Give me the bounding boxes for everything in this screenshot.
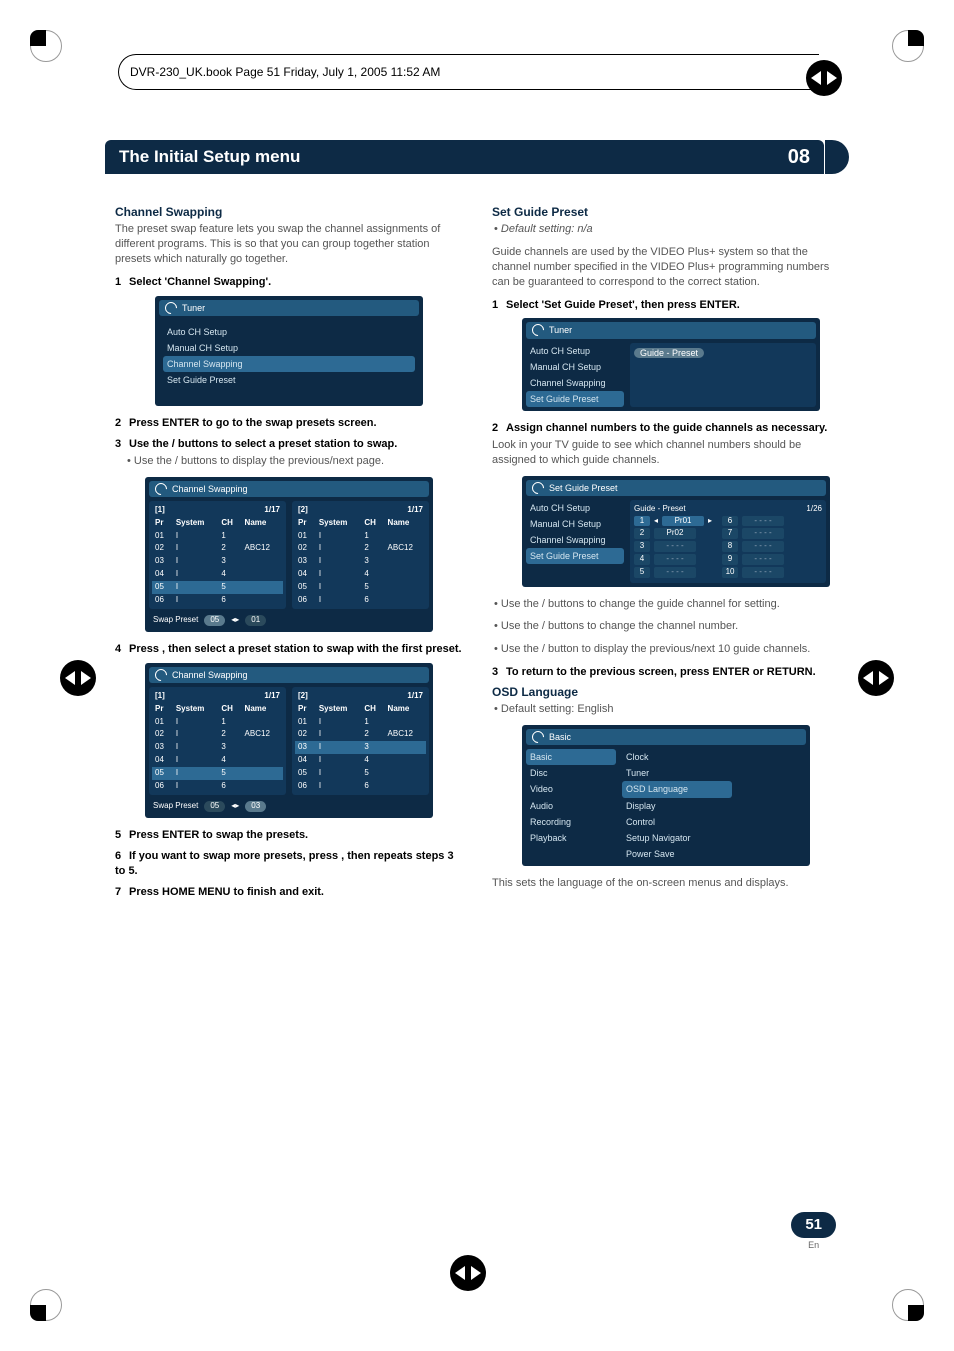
menu-item-selected: Channel Swapping (163, 356, 415, 372)
bullet: Use the / button to display the previous… (504, 642, 839, 657)
paragraph: This sets the language of the on-screen … (492, 876, 839, 891)
step-1: 1Select 'Set Guide Preset', then press E… (492, 298, 839, 313)
loop-icon (530, 479, 547, 496)
bullet: Use the / buttons to change the channel … (504, 619, 839, 634)
heading-channel-swapping: Channel Swapping (115, 204, 462, 220)
step-note: Use the / buttons to display the previou… (137, 454, 462, 469)
swap-tables: [1]1/17 PrSystemCHName 01I1 02I2ABC12 03… (149, 501, 429, 609)
guide-preset-panel: Set Guide Preset Auto CH Setup Manual CH… (522, 476, 830, 587)
step-1: 1Select 'Channel Swapping'. (115, 275, 462, 290)
step-7: 7Press HOME MENU to finish and exit. (115, 885, 462, 900)
section-header-tail (825, 140, 849, 174)
panel-body: Auto CH Setup Manual CH Setup Channel Sw… (159, 320, 419, 403)
right-column: Set Guide Preset Default setting: n/a Gu… (492, 200, 839, 902)
chapter-number: 08 (788, 144, 810, 171)
loop-icon (153, 480, 170, 497)
step-6: 6If you want to swap more presets, press… (115, 849, 462, 879)
registration-mark (30, 30, 62, 62)
step-5: 5Press ENTER to swap the presets. (115, 828, 462, 843)
panel-title: Channel Swapping (149, 667, 429, 683)
content-columns: Channel Swapping The preset swap feature… (115, 200, 839, 902)
loop-icon (163, 299, 180, 316)
loop-icon (530, 729, 547, 746)
registration-mark (30, 1289, 62, 1321)
step-3: 3To return to the previous screen, press… (492, 665, 839, 680)
section-title: The Initial Setup menu (119, 146, 300, 169)
filepath-text: DVR-230_UK.book Page 51 Friday, July 1, … (130, 64, 440, 80)
basic-panel: Basic Basic Disc Video Audio Recording P… (522, 725, 810, 866)
page-number: 51 (791, 1212, 836, 1238)
bullet: Use the / buttons to change the guide ch… (504, 597, 839, 612)
paragraph: Look in your TV guide to see which chann… (492, 438, 839, 468)
tuner-panel: Tuner Auto CH Setup Manual CH Setup Chan… (155, 296, 423, 407)
menu-item: Manual CH Setup (163, 340, 415, 356)
paragraph: Guide channels are used by the VIDEO Plu… (492, 245, 839, 290)
page-number-badge: 51 En (791, 1212, 836, 1251)
heading-set-guide-preset: Set Guide Preset (492, 204, 839, 220)
page: DVR-230_UK.book Page 51 Friday, July 1, … (0, 0, 954, 1351)
tuner-panel-guide: Tuner Auto CH Setup Manual CH Setup Chan… (522, 318, 820, 411)
step-2: 2Assign channel numbers to the guide cha… (492, 421, 839, 436)
panel-title: Tuner (159, 300, 419, 316)
paragraph: The preset swap feature lets you swap th… (115, 222, 462, 267)
menu-item: Set Guide Preset (163, 372, 415, 388)
loop-icon (153, 667, 170, 684)
default-setting: Default setting: n/a (504, 222, 839, 237)
default-setting: Default setting: English (504, 702, 839, 717)
swap-bar: Swap Preset 05◂▸ 01 (149, 613, 429, 628)
channel-swapping-panel-2: Channel Swapping [1]1/17 PrSystemCHName … (145, 663, 433, 818)
heading-osd-language: OSD Language (492, 684, 839, 700)
step-4: 4Press , then select a preset station to… (115, 642, 462, 657)
panel-title: Channel Swapping (149, 481, 429, 497)
section-header: The Initial Setup menu 08 (105, 140, 824, 174)
loop-icon (530, 322, 547, 339)
crop-arrow-icon (450, 1255, 486, 1291)
left-column: Channel Swapping The preset swap feature… (115, 200, 462, 902)
page-lang: En (791, 1239, 836, 1251)
crop-arrow-icon (60, 660, 96, 696)
channel-swapping-panel-1: Channel Swapping [1]1/17 PrSystemCHName … (145, 477, 433, 632)
registration-mark (892, 30, 924, 62)
step-3: 3Use the / buttons to select a preset st… (115, 437, 462, 452)
menu-item: Auto CH Setup (163, 324, 415, 340)
crop-arrow-icon (858, 660, 894, 696)
registration-mark (892, 1289, 924, 1321)
step-2: 2Press ENTER to go to the swap presets s… (115, 416, 462, 431)
